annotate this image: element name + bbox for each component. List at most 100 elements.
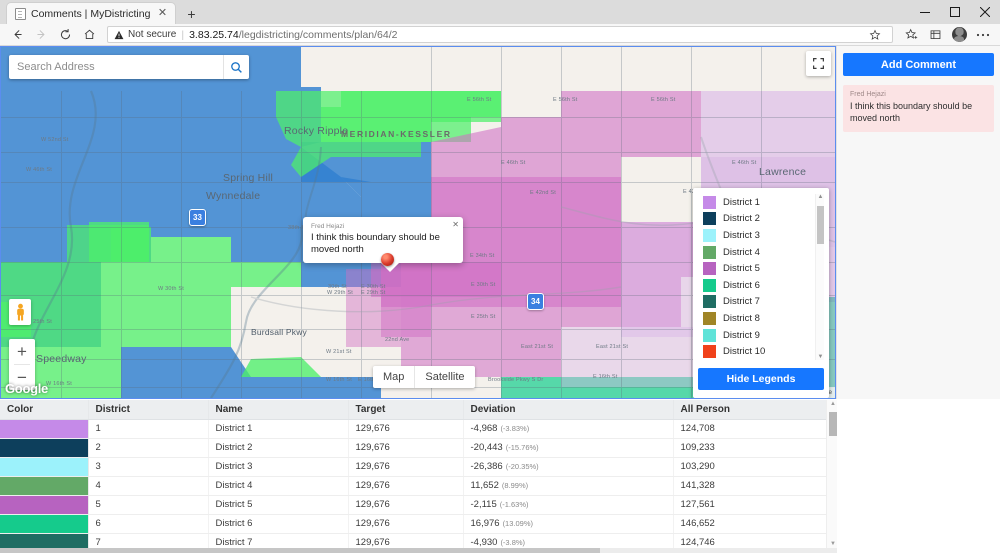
districts-table-container[interactable]: Color District Name Target Deviation All Pers… [0, 399, 1000, 553]
district-color-swatch [0, 495, 88, 514]
map-place-label: E 56th St [553, 97, 578, 103]
collections-icon[interactable] [924, 25, 946, 45]
legend-item[interactable]: District 6 [703, 277, 824, 294]
browser-tab[interactable]: Comments | MyDistricting ✕ [6, 2, 177, 24]
deviation-percent: (-20.35%) [505, 462, 539, 471]
forward-arrow-icon[interactable] [30, 25, 52, 45]
add-comment-button[interactable]: Add Comment [843, 53, 994, 76]
scroll-up-arrow-icon[interactable]: ▲ [817, 194, 824, 200]
highway-shield-34[interactable]: 34 [527, 293, 544, 310]
table-column-header[interactable]: Name [208, 400, 349, 420]
legend-color-swatch [703, 328, 716, 342]
ellipsis-icon[interactable] [972, 25, 994, 45]
table-column-header[interactable]: All Person [673, 400, 828, 420]
legend-color-swatch [703, 245, 716, 259]
district-name-cell: District 4 [208, 476, 349, 496]
all-person-cell: 103,290 [673, 457, 828, 477]
map-place-label: E 16th St [593, 374, 618, 380]
map-type-satellite[interactable]: Satellite [414, 366, 474, 388]
fullscreen-icon[interactable] [806, 51, 831, 76]
map-place-label: E 56th St [651, 97, 676, 103]
legend-item-label: District 5 [723, 263, 760, 275]
minimize-icon[interactable] [910, 0, 940, 24]
map-canvas[interactable]: Rocky Ripple MERIDIAN-KESSLER Spring Hill W… [1, 47, 835, 398]
deviation-value: 11,652 [470, 480, 499, 491]
comments-panel: Add Comment Fred Hejazi I think this boun… [836, 46, 1000, 399]
table-column-header[interactable]: Color [0, 400, 89, 420]
legend-item[interactable]: District 8 [703, 310, 824, 327]
table-column-header[interactable]: Deviation [463, 400, 674, 420]
table-row[interactable]: 5 District 5 129,676 -2,115 (-1.63%) 127,561 [0, 495, 828, 515]
legend-item[interactable]: District 1 [703, 194, 824, 211]
street-view-pegman-icon[interactable] [9, 299, 31, 325]
not-secure-badge[interactable]: Not secure [114, 29, 176, 40]
hide-legends-button[interactable]: Hide Legends [698, 368, 824, 390]
scrollbar-thumb[interactable] [829, 412, 837, 436]
url-host: 3.83.25.74 [189, 28, 239, 41]
table-row[interactable]: 3 District 3 129,676 -26,386 (-20.35%) 103,29… [0, 457, 828, 477]
close-icon[interactable]: ✕ [452, 220, 459, 229]
address-bar-actions [864, 25, 886, 45]
legend-item[interactable]: District 7 [703, 294, 824, 311]
table-row[interactable]: 1 District 1 129,676 -4,968 (-3.83%) 124,708 [0, 419, 828, 439]
map-place-label: Rocky Ripple [284, 125, 349, 137]
table-horizontal-scrollbar[interactable] [0, 548, 837, 553]
deviation-value: -4,968 [470, 423, 498, 434]
new-tab-button[interactable]: + [180, 4, 202, 24]
map-comment-marker[interactable] [381, 253, 394, 266]
legend-scrollbar[interactable]: ▲ ▼ [815, 194, 824, 360]
zoom-in-button[interactable]: + [9, 339, 35, 364]
home-icon[interactable] [78, 25, 100, 45]
comment-text: I think this boundary should be moved no… [850, 101, 973, 123]
table-column-header[interactable]: Target [348, 400, 464, 420]
infowindow-text: I think this boundary should be moved no… [311, 232, 440, 255]
table-row[interactable]: 2 District 2 129,676 -20,443 (-15.76%) 109,23… [0, 438, 828, 458]
table-column-header[interactable]: District [88, 400, 209, 420]
map-place-label: MERIDIAN-KESSLER [341, 129, 452, 139]
legend-item[interactable]: District 2 [703, 211, 824, 228]
legend-color-swatch [703, 345, 716, 359]
legend-panel[interactable]: District 1 District 2 District 3 District 4… [693, 188, 829, 398]
scroll-down-arrow-icon[interactable]: ▼ [829, 541, 837, 547]
district-name-cell: District 2 [208, 438, 349, 458]
add-to-favorites-icon[interactable] [900, 25, 922, 45]
search-icon[interactable] [223, 55, 249, 79]
google-logo: Google [5, 381, 48, 396]
highway-shield-33[interactable]: 33 [189, 209, 206, 226]
scroll-down-arrow-icon[interactable]: ▼ [817, 354, 824, 360]
maximize-icon[interactable] [940, 0, 970, 24]
table-row[interactable]: 4 District 4 129,676 11,652 (8.99%) 141,328 [0, 476, 828, 496]
close-icon[interactable]: ✕ [155, 7, 169, 21]
legend-item[interactable]: District 3 [703, 227, 824, 244]
district-color-cell [0, 419, 89, 439]
deviation-cell: 11,652 (8.99%) [463, 476, 674, 496]
legend-item[interactable]: District 5 [703, 260, 824, 277]
scroll-up-arrow-icon[interactable]: ▲ [829, 401, 837, 407]
table-vertical-scrollbar[interactable]: ▲ ▼ [826, 400, 837, 553]
comment-list: Fred Hejazi I think this boundary should … [843, 85, 994, 132]
legend-item[interactable]: District 10 [703, 343, 824, 360]
legend-item[interactable]: District 9 [703, 327, 824, 344]
district-number-cell: 6 [88, 514, 209, 534]
address-search-box[interactable] [9, 55, 249, 79]
scrollbar-thumb[interactable] [817, 206, 824, 244]
star-icon[interactable] [864, 25, 886, 45]
close-icon[interactable] [970, 0, 1000, 24]
district-color-swatch [0, 514, 88, 533]
back-arrow-icon[interactable] [6, 25, 28, 45]
warning-triangle-icon [114, 30, 124, 39]
url-path: /legdistricting/comments/plan/64/2 [238, 28, 398, 41]
legend-item[interactable]: District 4 [703, 244, 824, 261]
search-input[interactable] [9, 55, 223, 79]
reload-icon[interactable] [54, 25, 76, 45]
legend-list[interactable]: District 1 District 2 District 3 District 4… [698, 194, 824, 360]
map-type-map[interactable]: Map [373, 366, 414, 388]
comment-card[interactable]: Fred Hejazi I think this boundary should … [843, 85, 994, 132]
avatar[interactable] [948, 25, 970, 45]
district-color-swatch [0, 419, 88, 438]
address-bar[interactable]: Not secure | 3.83.25.74/legdistricting/c… [107, 26, 893, 43]
table-row[interactable]: 6 District 6 129,676 16,976 (13.09%) 146,652 [0, 514, 828, 534]
district-map[interactable]: Rocky Ripple MERIDIAN-KESSLER Spring Hill W… [0, 46, 836, 399]
map-type-switch[interactable]: Map Satellite [373, 366, 475, 388]
scrollbar-thumb[interactable] [0, 548, 600, 553]
